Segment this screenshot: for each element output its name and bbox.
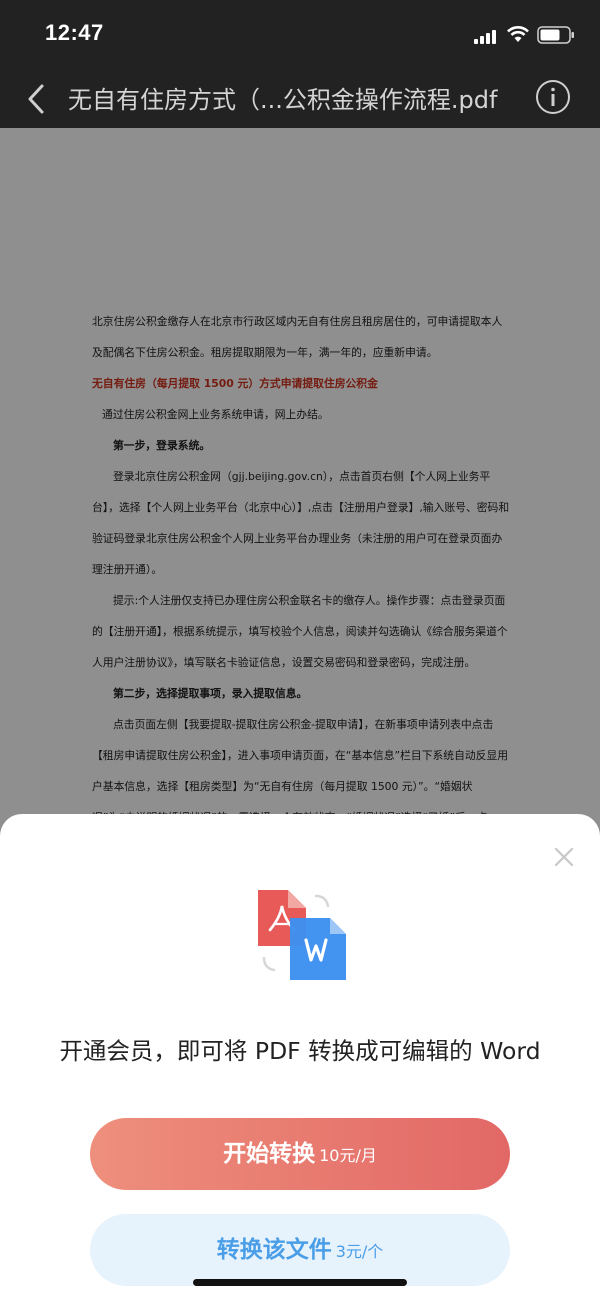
convert-file-price: 3元/个: [335, 1242, 384, 1261]
convert-file-button[interactable]: 转换该文件 3元/个: [90, 1214, 510, 1286]
cellular-signal-icon: [474, 30, 496, 44]
start-convert-button[interactable]: 开始转换 10元/月: [90, 1118, 510, 1190]
document-title: 无自有住房方式（...公积金操作流程.pdf: [68, 86, 498, 114]
close-icon[interactable]: [553, 846, 575, 868]
wifi-icon: [507, 26, 529, 42]
back-chevron-icon[interactable]: [22, 82, 52, 116]
info-icon[interactable]: [535, 79, 571, 115]
battery-icon: [537, 26, 574, 44]
status-time: 12:47: [45, 20, 104, 45]
promo-text: 开通会员，即可将 PDF 转换成可编辑的 Word: [59, 1037, 541, 1065]
start-convert-price: 10元/月: [319, 1146, 377, 1165]
start-convert-label: 开始转换: [223, 1141, 316, 1167]
nav-bar: 无自有住房方式（...公积金操作流程.pdf: [0, 70, 600, 128]
word-file-icon: [290, 918, 346, 980]
status-bar: 12:47: [0, 0, 600, 70]
convert-bottom-sheet: 开通会员，即可将 PDF 转换成可编辑的 Word 开始转换 10元/月 转换该文…: [0, 814, 600, 1298]
pdf-to-word-icon: [258, 890, 346, 980]
home-indicator[interactable]: [193, 1279, 407, 1286]
convert-file-label: 转换该文件: [216, 1237, 332, 1263]
